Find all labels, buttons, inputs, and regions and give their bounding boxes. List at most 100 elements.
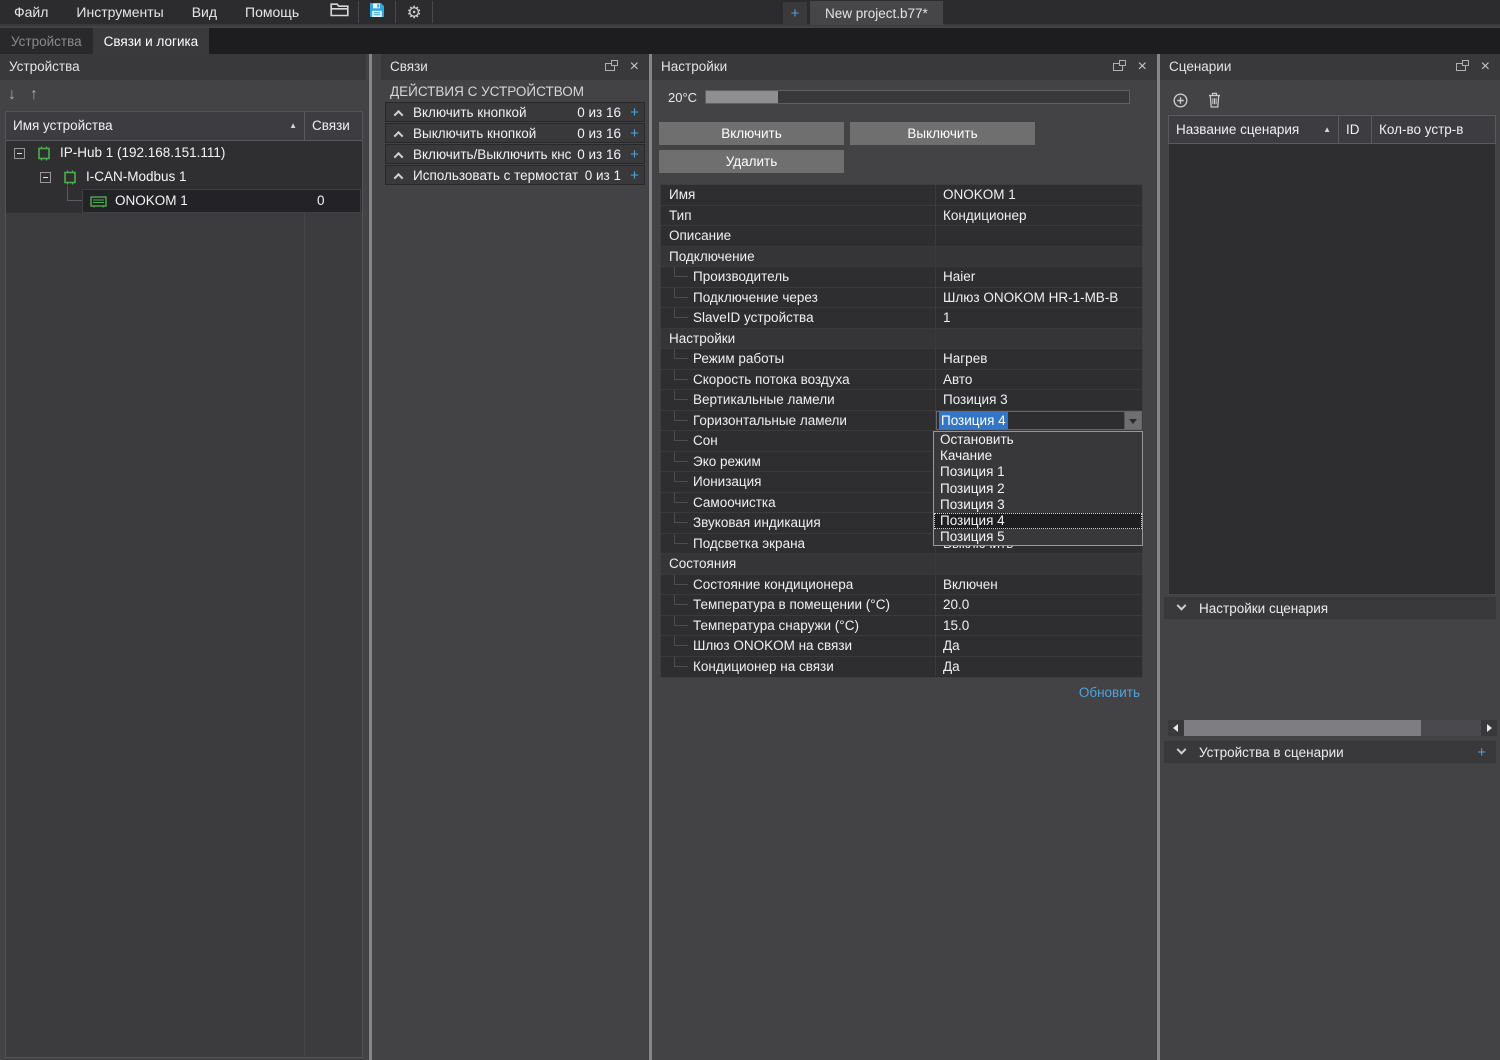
temperature-progress-fill	[706, 91, 778, 103]
collapse-expander[interactable]	[14, 148, 25, 159]
scenarios-panel: Сценарии ×	[1160, 54, 1500, 1060]
scroll-right-button[interactable]	[1481, 720, 1497, 736]
dropdown-option[interactable]: Позиция 2	[934, 481, 1142, 497]
column-header-device-count[interactable]: Кол-во устр-в	[1372, 116, 1495, 143]
new-project-tab-button[interactable]: +	[783, 2, 807, 24]
column-header-id[interactable]: ID	[1339, 116, 1372, 143]
tree-row-ican-modbus[interactable]: I-CAN-Modbus 1	[6, 165, 362, 189]
add-link-button[interactable]: +	[628, 146, 641, 163]
add-circle-icon	[1173, 95, 1188, 112]
dropdown-option[interactable]: Остановить	[934, 432, 1142, 448]
collapse-chevron-icon[interactable]	[394, 151, 404, 161]
collapse-chevron-icon[interactable]	[394, 172, 404, 182]
property-label: Описание	[661, 226, 935, 246]
action-label: Включить кнопкой	[413, 105, 577, 120]
property-value[interactable]: Да	[935, 657, 1142, 678]
dropdown-option[interactable]: Качание	[934, 448, 1142, 464]
property-value[interactable]	[935, 226, 1142, 246]
action-row[interactable]: Включить/Выключить кнс0 из 16+	[385, 144, 645, 164]
property-value[interactable]: Нагрев	[935, 349, 1142, 369]
property-label: Тип	[661, 206, 935, 226]
column-header-scenario-name[interactable]: Название сценария ▲	[1169, 116, 1339, 143]
tree-row-label: ONOKOM 1	[115, 189, 188, 213]
property-value[interactable]: Включен	[935, 575, 1142, 595]
dropdown-option[interactable]: Позиция 3	[934, 497, 1142, 513]
chevron-down-icon[interactable]	[1177, 744, 1187, 754]
tab-devices[interactable]: Устройства	[0, 28, 93, 54]
chevron-down-icon[interactable]	[1177, 600, 1187, 610]
combobox-dropdown-button[interactable]	[1124, 412, 1141, 430]
menu-item[interactable]: Вид	[178, 0, 231, 25]
panel-splitter[interactable]	[649, 54, 652, 1060]
property-value[interactable]: Позиция 3	[935, 390, 1142, 410]
property-value[interactable]: Haier	[935, 267, 1142, 287]
scenario-settings-section[interactable]: Настройки сценария	[1164, 597, 1496, 619]
action-row[interactable]: Выключить кнопкой0 из 16+	[385, 123, 645, 143]
panel-splitter[interactable]	[369, 54, 372, 1060]
add-link-button[interactable]: +	[628, 104, 641, 121]
property-value[interactable]: ONOKOM 1	[935, 185, 1142, 205]
add-link-button[interactable]: +	[628, 125, 641, 142]
collapse-expander[interactable]	[40, 172, 51, 183]
column-header-links[interactable]: Связи	[305, 112, 362, 140]
float-window-icon[interactable]	[1456, 63, 1466, 71]
turn-off-button[interactable]: Выключить	[850, 122, 1035, 145]
property-value[interactable]: 15.0	[935, 616, 1142, 636]
property-value[interactable]: 20.0	[935, 595, 1142, 615]
property-value[interactable]: Да	[935, 636, 1142, 656]
turn-on-button[interactable]: Включить	[659, 122, 844, 145]
device-actions-section-title: ДЕЙСТВИЯ С УСТРОЙСТВОМ	[390, 84, 584, 99]
column-header-device-name[interactable]: Имя устройства ▲	[6, 112, 305, 140]
save-project-button[interactable]	[362, 0, 392, 25]
property-label: Самоочистка	[661, 493, 935, 513]
sort-ascending-icon: ▲	[1323, 116, 1331, 143]
move-down-button[interactable]: ↓	[8, 86, 16, 104]
menu-item[interactable]: Файл	[0, 0, 62, 25]
horizontal-louvers-combobox[interactable]: Позиция 4	[936, 411, 1142, 431]
open-project-button[interactable]	[325, 0, 355, 25]
close-icon[interactable]: ×	[630, 59, 639, 75]
scenarios-table-header: Название сценария ▲ ID Кол-во устр-в	[1168, 115, 1496, 144]
close-icon[interactable]: ×	[1138, 59, 1147, 75]
property-label: Сон	[661, 431, 935, 451]
property-value[interactable]: Авто	[935, 370, 1142, 390]
dropdown-option[interactable]: Позиция 1	[934, 464, 1142, 480]
collapse-chevron-icon[interactable]	[394, 130, 404, 140]
tree-row-onokom[interactable]: ONOKOM 1 0	[6, 189, 362, 213]
float-window-icon[interactable]	[605, 63, 615, 71]
property-value[interactable]: 1	[935, 308, 1142, 328]
property-value	[935, 247, 1142, 267]
add-scenario-button[interactable]	[1173, 93, 1188, 113]
dropdown-option[interactable]: Позиция 5	[934, 529, 1142, 545]
refresh-link[interactable]: Обновить	[1079, 685, 1140, 700]
action-row[interactable]: Использовать с термостат0 из 1+	[385, 165, 645, 185]
scenarios-panel-title: Сценарии	[1169, 54, 1231, 80]
delete-scenario-button[interactable]	[1208, 92, 1221, 113]
scenario-devices-section[interactable]: Устройства в сценарии +	[1164, 741, 1496, 763]
add-device-to-scenario-button[interactable]: +	[1477, 744, 1486, 761]
close-icon[interactable]: ×	[1481, 59, 1490, 75]
property-value[interactable]: Позиция 4	[935, 411, 1142, 431]
move-up-button[interactable]: ↑	[30, 86, 38, 104]
scrollbar-track[interactable]	[1421, 720, 1481, 736]
float-window-icon[interactable]	[1113, 63, 1123, 71]
property-value[interactable]: Кондиционер	[935, 206, 1142, 226]
project-tab[interactable]: New project.b77*	[810, 1, 943, 25]
property-value[interactable]: Шлюз ONOKOM HR-1-MB-B	[935, 288, 1142, 308]
menu-item[interactable]: Инструменты	[62, 0, 177, 25]
scenarios-table-body	[1168, 144, 1496, 595]
property-label: Производитель	[661, 267, 935, 287]
action-row[interactable]: Включить кнопкой0 из 16+	[385, 102, 645, 122]
scroll-left-button[interactable]	[1168, 720, 1184, 736]
collapse-chevron-icon[interactable]	[394, 109, 404, 119]
delete-button[interactable]: Удалить	[659, 150, 844, 173]
tab-links-logic[interactable]: Связи и логика	[93, 28, 210, 54]
add-link-button[interactable]: +	[628, 167, 641, 184]
panel-splitter[interactable]	[1157, 54, 1160, 1060]
scrollbar-thumb[interactable]	[1184, 720, 1421, 736]
tree-row-ip-hub[interactable]: IP-Hub 1 (192.168.151.111)	[6, 141, 362, 165]
menu-item[interactable]: Помощь	[231, 0, 313, 25]
project-tab-bar: + New project.b77*	[783, 0, 943, 26]
dropdown-option[interactable]: Позиция 4	[934, 513, 1142, 529]
settings-button[interactable]: ⚙	[399, 0, 429, 25]
